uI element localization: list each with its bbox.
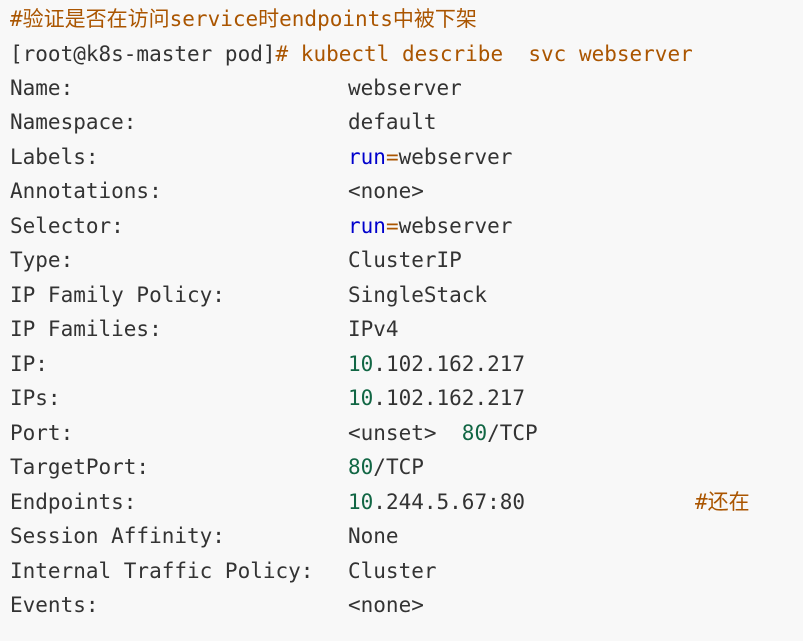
- field-value: webserver: [348, 76, 462, 100]
- field-internal-traffic-policy: Internal Traffic Policy: Cluster: [10, 554, 437, 588]
- target-port-protocol: /TCP: [373, 455, 424, 479]
- comment-line: #验证是否在访问service时endpoints中被下架: [10, 7, 477, 31]
- endpoint-first-octet: 10: [348, 490, 374, 514]
- field-key: IPs:: [10, 386, 61, 410]
- field-events: Events: <none>: [10, 588, 424, 622]
- endpoint-rest: .244.5.67:80: [373, 490, 526, 514]
- field-value: ClusterIP: [348, 248, 462, 272]
- field-key: Labels:: [10, 145, 99, 169]
- field-value: Cluster: [348, 559, 437, 583]
- label-equals: =: [385, 145, 399, 169]
- field-endpoints: Endpoints: 10.244.5.67:80 #还在: [10, 485, 793, 519]
- command-line: [root@k8s-master pod]# kubectl describe …: [10, 37, 693, 71]
- field-annotations: Annotations: <none>: [10, 174, 424, 208]
- field-session-affinity: Session Affinity: None: [10, 519, 399, 553]
- command-text: # kubectl describe svc webserver: [275, 42, 693, 66]
- field-name: Name: webserver: [10, 71, 462, 105]
- label-key: run: [348, 145, 386, 169]
- field-type: Type: ClusterIP: [10, 243, 462, 277]
- field-value: SingleStack: [348, 283, 488, 307]
- field-value: None: [348, 524, 399, 548]
- field-value: IPv4: [348, 317, 399, 341]
- field-value: default: [348, 110, 437, 134]
- ips-first-octet: 10: [348, 386, 374, 410]
- field-key: Namespace:: [10, 110, 137, 134]
- endpoint-comment: #还在: [695, 490, 750, 514]
- field-namespace: Namespace: default: [10, 105, 437, 139]
- field-key: IP Family Policy:: [10, 283, 225, 307]
- field-port: Port: <unset> 80/TCP: [10, 416, 538, 450]
- port-number: 80: [461, 421, 488, 445]
- field-key: TargetPort:: [10, 455, 150, 479]
- code-block: #验证是否在访问service时endpoints中被下架 [root@k8s-…: [0, 0, 803, 641]
- field-selector: Selector: run=webserver: [10, 209, 512, 243]
- target-port-number: 80: [348, 455, 374, 479]
- ip-first-octet: 10: [348, 352, 374, 376]
- ip-rest: .102.162.217: [373, 352, 526, 376]
- field-ips: IPs: 10.102.162.217: [10, 381, 525, 415]
- field-key: Annotations:: [10, 179, 162, 203]
- field-key: Internal Traffic Policy:: [10, 559, 314, 583]
- field-target-port: TargetPort: 80/TCP: [10, 450, 424, 484]
- selector-value: webserver: [398, 214, 513, 238]
- field-ip-families: IP Families: IPv4: [10, 312, 399, 346]
- field-key: Endpoints:: [10, 490, 137, 514]
- field-value: <none>: [348, 593, 424, 617]
- field-value: <none>: [348, 179, 424, 203]
- field-key: Session Affinity:: [10, 524, 225, 548]
- field-key: Events:: [10, 593, 99, 617]
- port-unset: <unset>: [348, 421, 462, 445]
- field-key: IP Families:: [10, 317, 162, 341]
- field-ip: IP: 10.102.162.217: [10, 347, 525, 381]
- field-key: IP:: [10, 352, 48, 376]
- field-key: Selector:: [10, 214, 124, 238]
- field-ip-family-policy: IP Family Policy: SingleStack: [10, 278, 487, 312]
- field-key: Port:: [10, 421, 74, 445]
- ips-rest: .102.162.217: [373, 386, 526, 410]
- port-protocol: /TCP: [487, 421, 538, 445]
- selector-equals: =: [385, 214, 399, 238]
- field-key: Name:: [10, 76, 74, 100]
- selector-key: run: [348, 214, 386, 238]
- field-labels: Labels: run=webserver: [10, 140, 512, 174]
- label-value: webserver: [398, 145, 513, 169]
- shell-prompt: [root@k8s-master pod]: [10, 42, 276, 66]
- field-key: Type:: [10, 248, 74, 272]
